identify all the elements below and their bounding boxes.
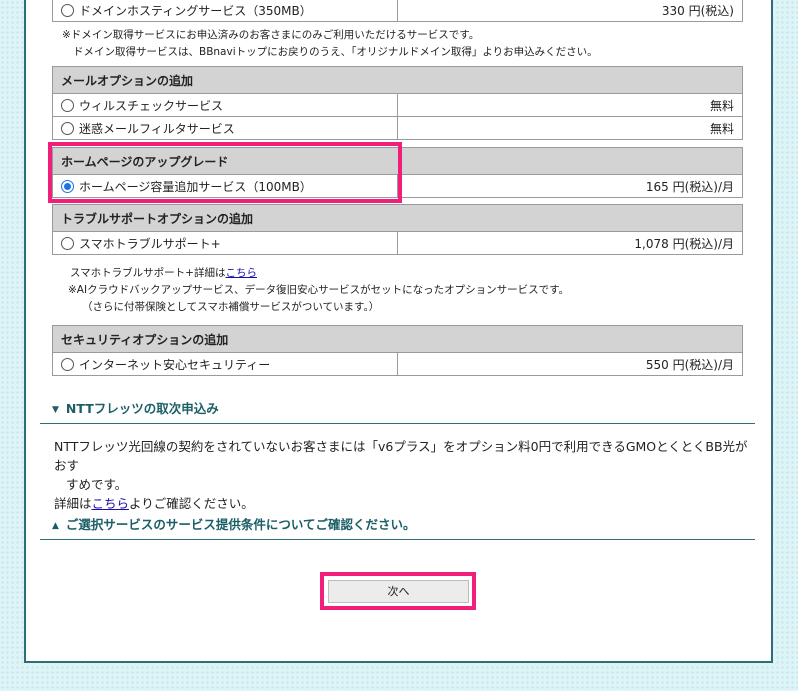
option-row: ウィルスチェックサービス 無料 <box>52 93 743 117</box>
trouble-note-line2: ※AIクラウドバックアップサービス、データ復旧安心サービスがセットになったオプシ… <box>68 284 570 296</box>
option-row: インターネット安心セキュリティー 550 円(税込)/月 <box>52 352 743 376</box>
trouble-note-line3: （さらに付帯保険としてスマホ補償サービスがついています。） <box>82 301 380 313</box>
option-row: スマホトラブルサポート+ 1,078 円(税込)/月 <box>52 231 743 255</box>
triangle-up-icon: ▲ <box>52 521 59 531</box>
ntt-accordion-header[interactable]: ▼ NTTフレッツの取次申込み <box>40 398 755 424</box>
option-cell[interactable]: インターネット安心セキュリティー <box>52 352 398 376</box>
option-price: 550 円(税込)/月 <box>397 352 743 376</box>
section-header-row: メールオプションの追加 <box>52 66 743 94</box>
conditions-accordion-header[interactable]: ▲ ご選択サービスのサービス提供条件についてご確認ください。 <box>40 514 755 540</box>
option-label: スマホトラブルサポート+ <box>79 236 221 251</box>
trouble-details-link[interactable]: こちら <box>225 267 257 279</box>
option-cell[interactable]: スマホトラブルサポート+ <box>52 231 398 255</box>
section-header-row: トラブルサポートオプションの追加 <box>52 204 743 232</box>
ntt-text2-prefix: 詳細は <box>54 496 92 511</box>
domain-note-line2: ドメイン取得サービスは、BBnaviトップにお戻りのうえ、「オリジナルドメイン取… <box>73 46 598 58</box>
conditions-title: ご選択サービスのサービス提供条件についてご確認ください。 <box>65 517 416 532</box>
option-row: ドメインホスティングサービス（350MB） 330 円(税込) <box>52 0 743 22</box>
domain-note: ※ドメイン取得サービスにお申込済みのお客さまにのみご利用いただけるサービスです。… <box>62 27 598 61</box>
ntt-text-line1b: すめです。 <box>66 477 128 492</box>
section-header-row: セキュリティオプションの追加 <box>52 325 743 353</box>
option-price: 無料 <box>397 93 743 117</box>
trouble-support-table: トラブルサポートオプションの追加 スマホトラブルサポート+ 1,078 円(税込… <box>52 204 743 255</box>
option-label: ウィルスチェックサービス <box>79 98 224 113</box>
option-price: 1,078 円(税込)/月 <box>397 231 743 255</box>
highlight-box <box>48 142 402 203</box>
security-table: セキュリティオプションの追加 インターネット安心セキュリティー 550 円(税込… <box>52 325 743 376</box>
option-cell[interactable]: 迷惑メールフィルタサービス <box>52 116 398 140</box>
option-price: 無料 <box>397 116 743 140</box>
ntt-details-link[interactable]: こちら <box>92 496 130 511</box>
radio-unchecked-icon[interactable] <box>61 121 74 135</box>
option-cell[interactable]: ウィルスチェックサービス <box>52 93 398 117</box>
triangle-down-icon: ▼ <box>52 405 59 415</box>
trouble-note: スマホトラブルサポート+詳細はこちら ※AIクラウドバックアップサービス、データ… <box>68 265 570 316</box>
trouble-note-prefix: スマホトラブルサポート+詳細は <box>70 267 226 279</box>
option-price: 330 円(税込) <box>397 0 743 22</box>
ntt-text-line1: NTTフレッツ光回線の契約をされていないお客さまには「v6プラス」をオプション料… <box>54 439 748 473</box>
option-cell[interactable]: ドメインホスティングサービス（350MB） <box>52 0 398 22</box>
ntt-title: NTTフレッツの取次申込み <box>65 401 219 416</box>
radio-unchecked-icon[interactable] <box>61 357 74 371</box>
radio-unchecked-icon[interactable] <box>61 236 74 250</box>
trouble-support-header: トラブルサポートオプションの追加 <box>52 204 743 232</box>
option-row: 迷惑メールフィルタサービス 無料 <box>52 116 743 140</box>
domain-note-line1: ※ドメイン取得サービスにお申込済みのお客さまにのみご利用いただけるサービスです。 <box>62 29 480 41</box>
trouble-note-line1: スマホトラブルサポート+詳細はこちら <box>70 265 569 282</box>
domain-options-table: ドメインホスティングサービス（350MB） 330 円(税込) <box>52 0 743 22</box>
ntt-text2-suffix: よりご確認ください。 <box>129 496 254 511</box>
ntt-body: NTTフレッツ光回線の契約をされていないお客さまには「v6プラス」をオプション料… <box>54 437 754 513</box>
option-label: ドメインホスティングサービス（350MB） <box>79 3 312 18</box>
next-button[interactable]: 次へ <box>328 580 469 603</box>
radio-unchecked-icon[interactable] <box>61 3 74 17</box>
security-header: セキュリティオプションの追加 <box>52 325 743 353</box>
radio-unchecked-icon[interactable] <box>61 98 74 112</box>
option-label: インターネット安心セキュリティー <box>79 357 271 372</box>
ntt-text-line2: 詳細はこちらよりご確認ください。 <box>54 494 754 513</box>
option-label: 迷惑メールフィルタサービス <box>79 121 235 136</box>
mail-options-table: メールオプションの追加 ウィルスチェックサービス 無料 迷惑メールフィルタサービ… <box>52 66 743 140</box>
option-price: 165 円(税込)/月 <box>397 174 743 198</box>
mail-options-header: メールオプションの追加 <box>52 66 743 94</box>
